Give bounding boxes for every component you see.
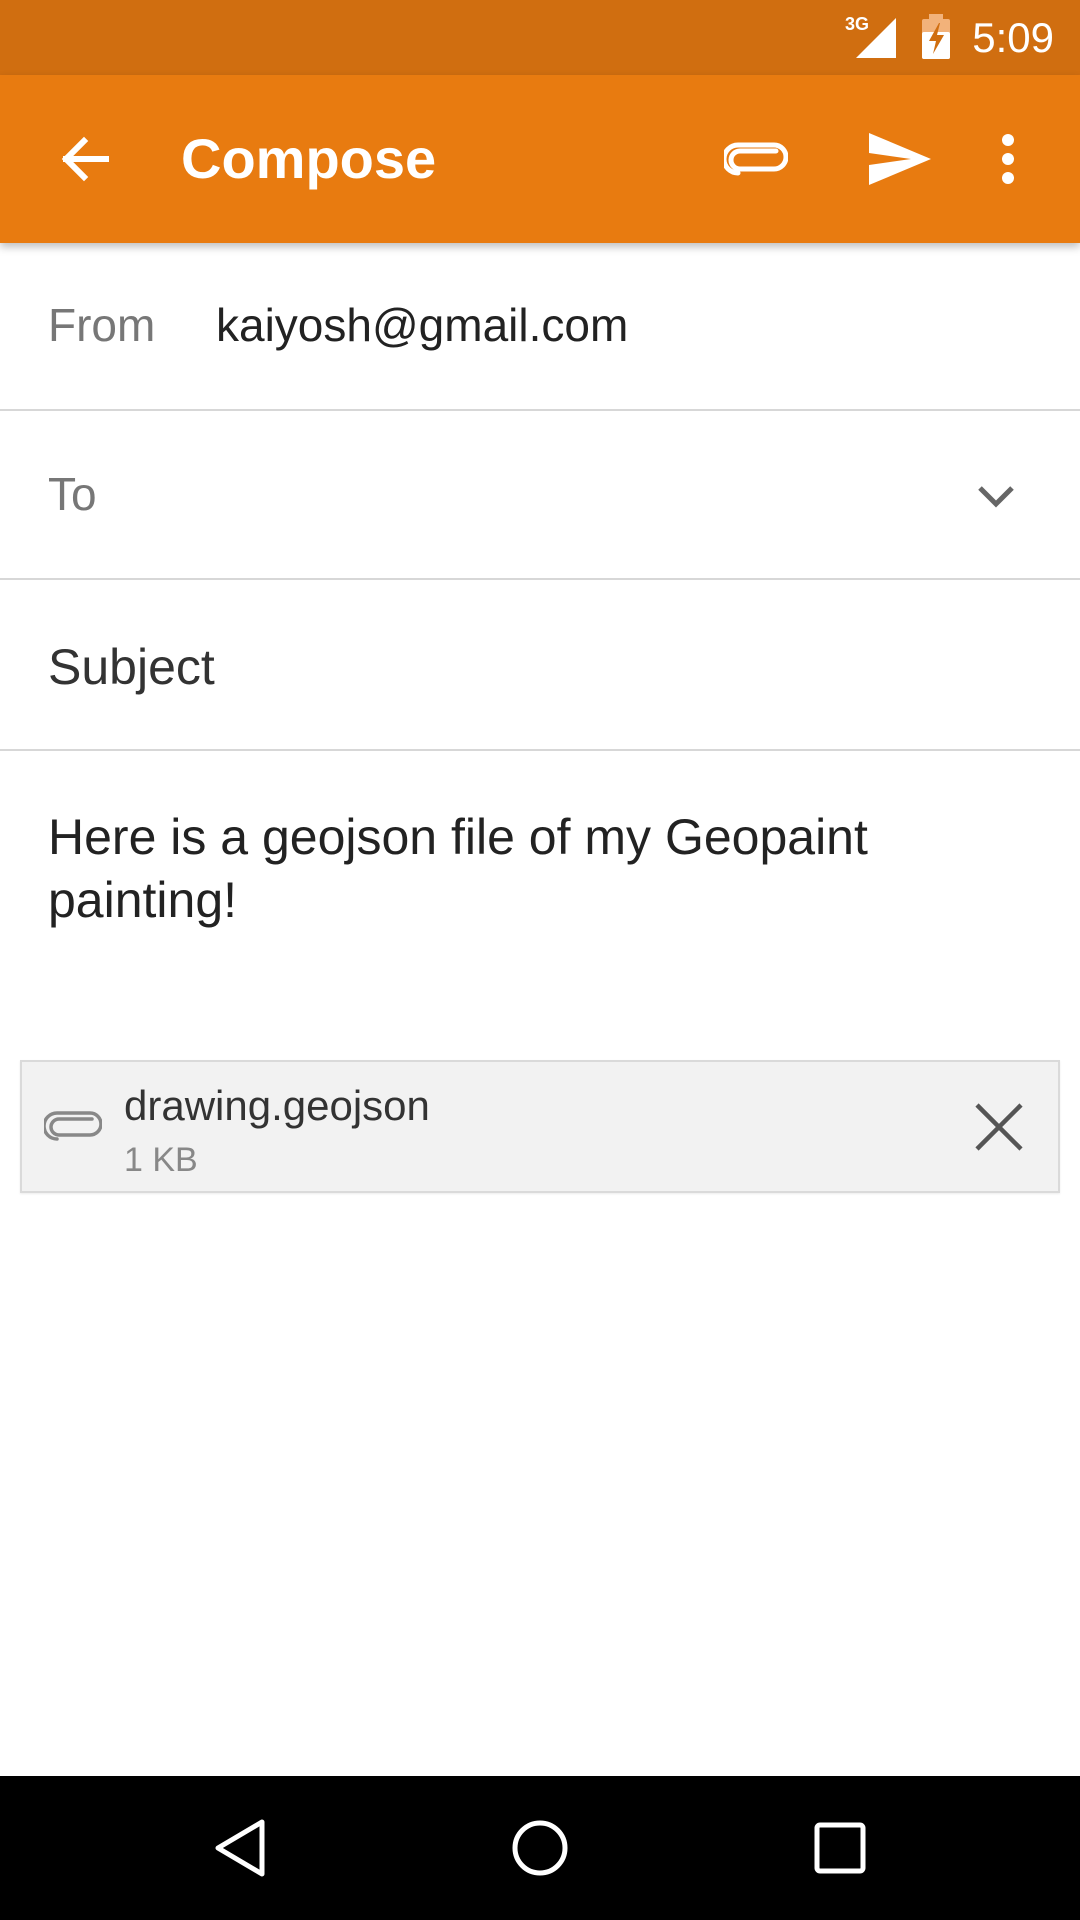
message-body[interactable]: Here is a geojson file of my Geopaint pa… (48, 806, 1028, 932)
nav-recents-button[interactable] (790, 1798, 890, 1898)
nav-home-button[interactable] (490, 1798, 590, 1898)
paperclip-icon (724, 142, 788, 176)
chevron-down-icon (978, 486, 1014, 508)
subject-field[interactable] (48, 633, 1028, 701)
nav-recents-icon (814, 1822, 866, 1874)
nav-back-icon (215, 1819, 265, 1877)
back-arrow-icon (61, 136, 109, 182)
more-vert-icon (1002, 134, 1014, 184)
attachment-card[interactable]: drawing.geojson 1 KB (20, 1060, 1060, 1193)
page-title: Compose (181, 127, 437, 190)
send-icon (869, 133, 931, 185)
navigation-bar (0, 1776, 1080, 1920)
back-button[interactable] (44, 119, 124, 199)
status-bar: 3G 5:09 (0, 0, 1080, 75)
to-row: To (0, 412, 1080, 580)
nav-back-button[interactable] (190, 1798, 290, 1898)
to-label: To (48, 468, 97, 520)
attachment-file-name: drawing.geojson (124, 1082, 430, 1129)
from-label: From (48, 299, 156, 351)
from-address[interactable]: kaiyosh@gmail.com (216, 298, 628, 352)
app-bar: Compose (0, 75, 1080, 243)
subject-row (0, 583, 1080, 751)
attachment-file-size: 1 KB (124, 1141, 198, 1179)
send-button[interactable] (856, 119, 944, 199)
to-field[interactable] (140, 452, 944, 540)
from-row: From kaiyosh@gmail.com (0, 243, 1080, 411)
close-icon (975, 1103, 1023, 1151)
signal-icon (852, 16, 898, 65)
expand-recipients-button[interactable] (960, 456, 1032, 536)
more-options-button[interactable] (980, 119, 1036, 199)
nav-home-icon (512, 1820, 568, 1876)
paperclip-icon (42, 1108, 103, 1149)
status-time: 5:09 (972, 14, 1054, 61)
remove-attachment-button[interactable] (954, 1084, 1044, 1170)
attach-button[interactable] (712, 119, 800, 199)
battery-charging-icon (920, 14, 952, 65)
